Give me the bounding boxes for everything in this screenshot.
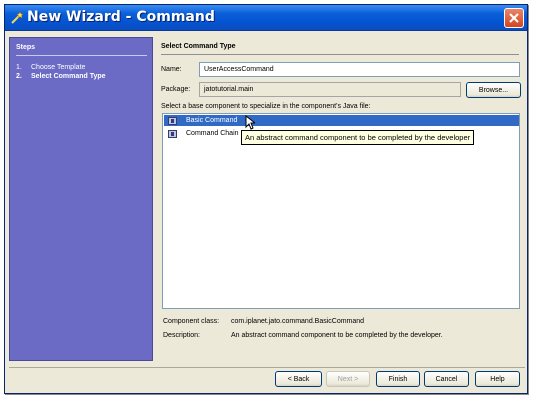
name-label: Name: xyxy=(161,66,182,73)
section-divider xyxy=(161,54,519,55)
steps-panel: Steps 1. Choose Template 2. Select Command… xyxy=(9,37,153,361)
component-class-label: Component class: xyxy=(163,318,220,325)
step-choose-template: 1. Choose Template xyxy=(16,64,85,71)
mouse-pointer-icon xyxy=(245,115,255,130)
close-icon xyxy=(509,13,519,23)
content-panel: Select Command Type Name: UserAccessComm… xyxy=(155,37,525,361)
package-field[interactable]: jatotutorial.main xyxy=(199,82,461,97)
section-title: Select Command Type xyxy=(161,43,236,50)
next-button[interactable]: Next > xyxy=(326,371,370,387)
back-button[interactable]: < Back xyxy=(275,371,322,387)
window-title: New Wizard - Command xyxy=(27,9,215,25)
browse-button[interactable]: Browse... xyxy=(466,82,521,98)
close-button[interactable] xyxy=(504,8,524,28)
wizard-window: New Wizard - Command Steps 1. Choose Temp… xyxy=(4,4,528,394)
list-item-basic-command[interactable]: Basic Command xyxy=(164,115,519,126)
component-class-value: com.iplanet.jato.command.BasicCommand xyxy=(231,318,365,325)
step-select-command-type: 2. Select Command Type xyxy=(16,73,106,80)
description-value: An abstract command component to be comp… xyxy=(231,332,443,339)
component-icon xyxy=(168,116,177,125)
step-label: Select Command Type xyxy=(31,73,106,80)
component-tooltip: An abstract command component to be comp… xyxy=(241,130,475,145)
list-item-label: Basic Command xyxy=(186,117,238,124)
step-number: 1. xyxy=(16,64,22,71)
help-button[interactable]: Help xyxy=(475,371,520,387)
list-item-label: Command Chain xyxy=(186,130,239,137)
steps-divider xyxy=(16,55,147,56)
finish-button[interactable]: Finish xyxy=(376,371,420,387)
wizard-wand-icon xyxy=(11,11,24,24)
steps-title: Steps xyxy=(16,44,36,51)
component-prompt: Select a base component to specialize in… xyxy=(161,103,371,110)
package-label: Package: xyxy=(161,86,191,93)
name-field[interactable]: UserAccessCommand xyxy=(199,62,520,77)
component-icon xyxy=(168,129,177,138)
title-bar[interactable]: New Wizard - Command xyxy=(5,5,527,31)
description-label: Description: xyxy=(163,332,200,339)
cancel-button[interactable]: Cancel xyxy=(424,371,469,387)
step-label: Choose Template xyxy=(31,64,86,71)
step-number: 2. xyxy=(16,73,22,80)
button-bar-divider xyxy=(9,367,525,368)
